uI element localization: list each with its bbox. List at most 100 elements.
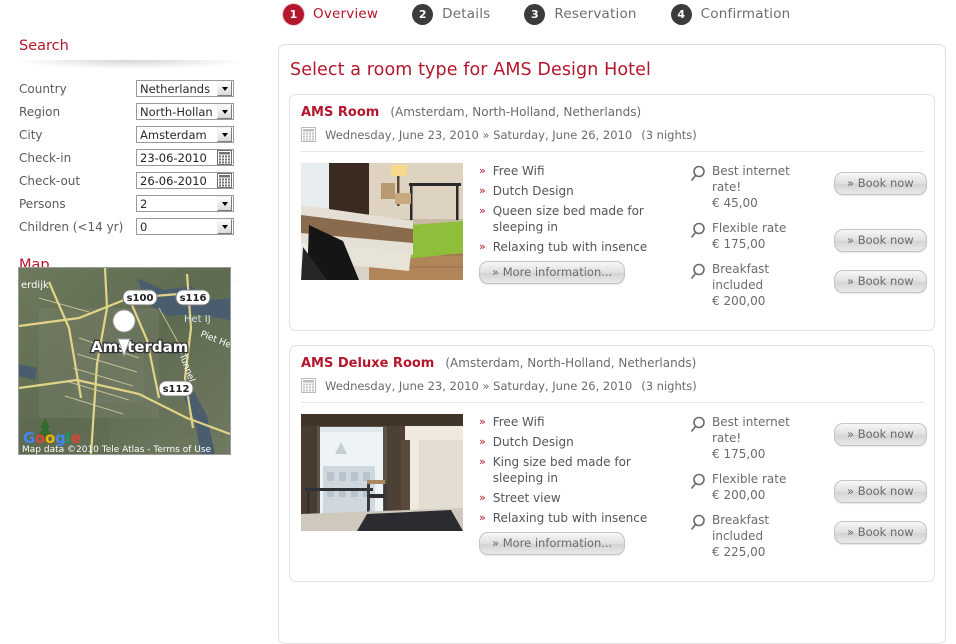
room-date-row: Wednesday, June 23, 2010 » Saturday, Jun… bbox=[301, 378, 924, 393]
country-select-value: Netherlands bbox=[140, 81, 211, 96]
room-photo[interactable] bbox=[301, 163, 463, 280]
magnifier-icon[interactable] bbox=[690, 514, 712, 534]
divider bbox=[301, 151, 924, 152]
feature-label: King size bed made for sleeping in bbox=[492, 455, 631, 485]
magnifier-icon[interactable] bbox=[690, 416, 712, 436]
book-now-button[interactable]: » Book now bbox=[834, 270, 927, 293]
checkin-date-input[interactable]: 23-06-2010 bbox=[136, 149, 234, 166]
book-now-button[interactable]: » Book now bbox=[834, 172, 927, 195]
rate-name: Flexible rate bbox=[712, 221, 787, 235]
map-widget[interactable]: s100 s116 s112 erdijk Het IJ Piet He IJ-… bbox=[18, 267, 231, 455]
calendar-icon bbox=[301, 127, 316, 142]
calendar-icon bbox=[301, 378, 316, 393]
room-location: (Amsterdam, North-Holland, Netherlands) bbox=[390, 105, 642, 119]
room-location: (Amsterdam, North-Holland, Netherlands) bbox=[445, 356, 697, 370]
bullet-arrow-icon: » bbox=[479, 491, 486, 504]
magnifier-icon[interactable] bbox=[690, 473, 712, 493]
room-photo[interactable] bbox=[301, 414, 463, 531]
rate-info: Breakfast included € 200,00 bbox=[712, 261, 834, 310]
city-select-value: Amsterdam bbox=[140, 127, 207, 142]
feature-item: » Queen size bed made for sleeping in bbox=[479, 203, 676, 235]
step-overview[interactable]: 1 Overview bbox=[283, 3, 379, 25]
children-select[interactable]: 0 bbox=[136, 218, 234, 235]
feature-item: » Free Wifi bbox=[479, 414, 676, 430]
feature-label: Relaxing tub with insence bbox=[492, 511, 648, 525]
divider bbox=[18, 60, 244, 69]
calendar-icon[interactable] bbox=[217, 150, 232, 165]
city-select[interactable]: Amsterdam bbox=[136, 126, 234, 143]
rate-action: » Book now bbox=[834, 163, 927, 195]
search-form: Country Netherlands Region North-Hollan bbox=[19, 77, 234, 238]
feature-item: » Relaxing tub with insence bbox=[479, 510, 676, 526]
room-rates: Best internet rate! € 45,00 » Book now F… bbox=[690, 163, 927, 318]
feature-label: Dutch Design bbox=[492, 435, 574, 449]
book-now-button[interactable]: » Book now bbox=[834, 229, 927, 252]
room-header: AMS Deluxe Room (Amsterdam, North-Hollan… bbox=[301, 356, 924, 371]
step-number-badge: 2 bbox=[412, 3, 434, 25]
room-date-row: Wednesday, June 23, 2010 » Saturday, Jun… bbox=[301, 127, 924, 142]
more-info-wrap: » More information... bbox=[479, 532, 676, 555]
magnifier-icon[interactable] bbox=[690, 165, 712, 185]
field-cell-country: Netherlands bbox=[136, 77, 234, 100]
rate-row: Best internet rate! € 45,00 » Book now bbox=[690, 163, 927, 212]
rate-action: » Book now bbox=[834, 261, 927, 293]
rate-name: Breakfast included bbox=[712, 513, 770, 543]
map-label-erdijk: erdijk bbox=[21, 280, 49, 291]
region-select[interactable]: North-Hollan bbox=[136, 103, 234, 120]
book-now-button[interactable]: » Book now bbox=[834, 480, 927, 503]
checkout-date-input[interactable]: 26-06-2010 bbox=[136, 172, 234, 189]
stay-date-range: Wednesday, June 23, 2010 » Saturday, Jun… bbox=[325, 127, 633, 142]
feature-label: Relaxing tub with insence bbox=[492, 240, 648, 254]
book-now-button[interactable]: » Book now bbox=[834, 521, 927, 544]
step-label: Confirmation bbox=[700, 6, 791, 22]
rate-name: Flexible rate bbox=[712, 472, 787, 486]
room-card: AMS Room (Amsterdam, North-Holland, Neth… bbox=[289, 94, 935, 331]
step-confirmation[interactable]: 4 Confirmation bbox=[670, 3, 791, 25]
chevron-down-icon[interactable] bbox=[217, 219, 232, 234]
field-cell-children: 0 bbox=[136, 215, 234, 238]
feature-item: » Dutch Design bbox=[479, 434, 676, 450]
bullet-arrow-icon: » bbox=[479, 415, 486, 428]
room-body: » Free Wifi » Dutch Design » Queen size … bbox=[301, 163, 927, 318]
chevron-down-icon[interactable] bbox=[217, 127, 232, 142]
room-name[interactable]: AMS Deluxe Room bbox=[301, 356, 434, 371]
field-cell-checkout: 26-06-2010 bbox=[136, 169, 234, 192]
field-label-region: Region bbox=[19, 104, 61, 119]
country-select[interactable]: Netherlands bbox=[136, 80, 234, 97]
more-information-button[interactable]: » More information... bbox=[479, 532, 626, 555]
rate-price: € 225,00 bbox=[712, 545, 766, 559]
chevron-down-icon[interactable] bbox=[217, 196, 232, 211]
rate-action: » Book now bbox=[834, 471, 927, 503]
feature-label: Queen size bed made for sleeping in bbox=[492, 204, 644, 234]
checkin-date-value: 23-06-2010 bbox=[140, 150, 207, 165]
more-information-button[interactable]: » More information... bbox=[479, 261, 626, 284]
step-details[interactable]: 2 Details bbox=[412, 3, 491, 25]
step-reservation[interactable]: 3 Reservation bbox=[524, 3, 636, 25]
chevron-down-icon[interactable] bbox=[217, 81, 232, 96]
calendar-icon[interactable] bbox=[217, 173, 232, 188]
rate-action: » Book now bbox=[834, 414, 927, 446]
feature-item: » Dutch Design bbox=[479, 183, 676, 199]
map-image[interactable]: s100 s116 s112 erdijk Het IJ Piet He IJ-… bbox=[19, 268, 230, 454]
field-label-children: Children (<14 yr) bbox=[19, 219, 124, 234]
feature-item: » Relaxing tub with insence bbox=[479, 239, 676, 255]
form-row-city: City Amsterdam bbox=[19, 123, 234, 146]
step-label: Details bbox=[442, 6, 491, 22]
room-name[interactable]: AMS Room bbox=[301, 105, 379, 120]
chevron-down-icon[interactable] bbox=[217, 104, 232, 119]
book-now-button[interactable]: » Book now bbox=[834, 423, 927, 446]
step-label: Overview bbox=[313, 6, 379, 22]
region-select-value: North-Hollan bbox=[140, 104, 213, 119]
field-label-persons: Persons bbox=[19, 196, 66, 211]
rate-price: € 175,00 bbox=[712, 447, 766, 461]
room-features: » Free Wifi » Dutch Design » Queen size … bbox=[479, 163, 676, 318]
checkout-date-value: 26-06-2010 bbox=[140, 173, 207, 188]
form-row-persons: Persons 2 bbox=[19, 192, 234, 215]
magnifier-icon[interactable] bbox=[690, 263, 712, 283]
bullet-arrow-icon: » bbox=[479, 204, 486, 217]
feature-label: Street view bbox=[492, 491, 561, 505]
magnifier-icon[interactable] bbox=[690, 222, 712, 242]
persons-select[interactable]: 2 bbox=[136, 195, 234, 212]
divider bbox=[301, 402, 924, 403]
field-cell-city: Amsterdam bbox=[136, 123, 234, 146]
